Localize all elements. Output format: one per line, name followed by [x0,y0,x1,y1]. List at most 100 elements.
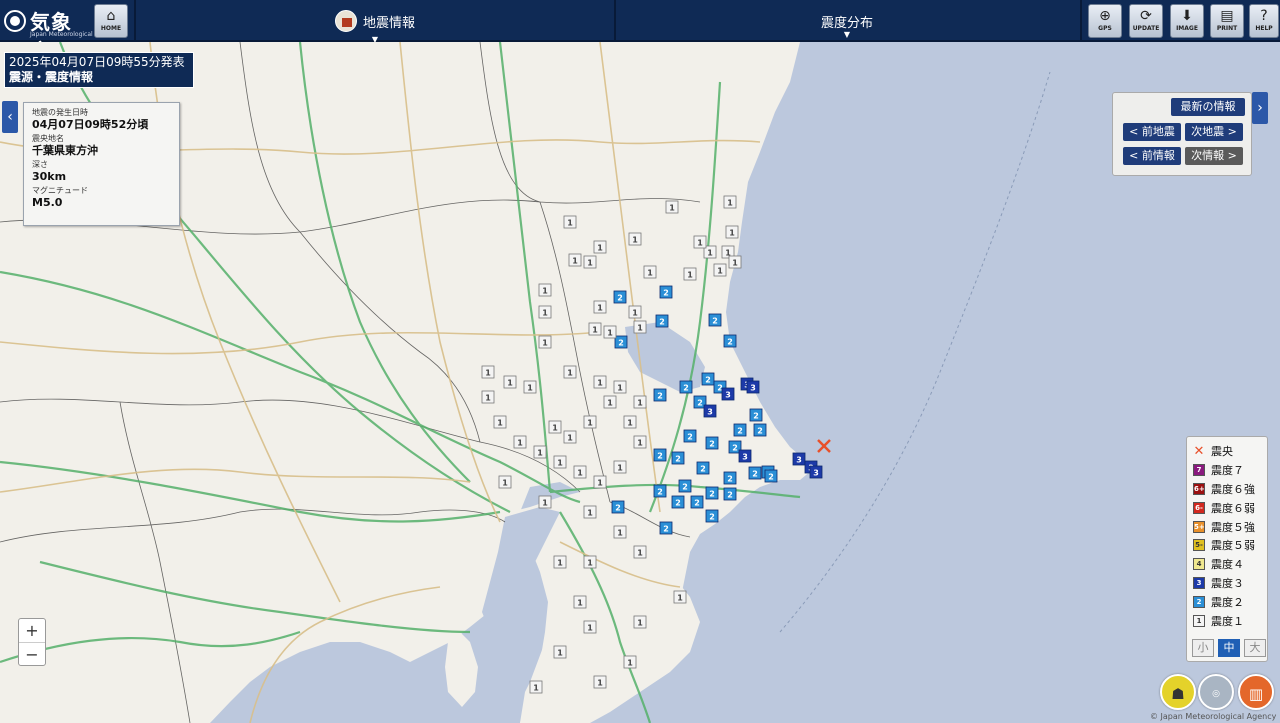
size-small-button[interactable]: 小 [1192,639,1214,657]
panel-toggle-left-button[interactable]: ‹ [2,101,18,133]
menu-earthquake-info[interactable]: 地震情報 ▼ [136,0,614,44]
station-marker[interactable]: 1 [683,267,697,281]
station-marker[interactable]: 1 [633,615,647,629]
station-marker[interactable]: 1 [583,555,597,569]
jma-logo[interactable]: 気象庁 Japan Meteorological Agency [4,4,117,63]
station-marker[interactable]: 1 [603,395,617,409]
size-medium-button[interactable]: 中 [1218,639,1240,657]
station-marker[interactable]: 1 [573,465,587,479]
station-marker[interactable]: 2 [653,484,667,498]
latest-info-button[interactable]: 最新の情報 [1171,98,1245,116]
help-button[interactable]: ? HELP [1249,4,1279,38]
station-marker[interactable]: 1 [593,675,607,689]
zoom-out-button[interactable]: − [19,642,45,665]
image-button[interactable]: ⬇ IMAGE [1170,4,1204,38]
station-marker[interactable]: 1 [498,475,512,489]
station-marker[interactable]: 3 [703,404,717,418]
station-marker[interactable]: 2 [659,521,673,535]
menu-intensity-distribution[interactable]: 震度分布 ▼ [616,0,1078,42]
station-marker[interactable]: 2 [733,423,747,437]
station-marker[interactable]: 2 [653,388,667,402]
station-marker[interactable]: 3 [809,465,823,479]
station-marker[interactable]: 1 [583,505,597,519]
station-marker[interactable]: 2 [653,448,667,462]
station-marker[interactable]: 1 [583,415,597,429]
station-marker[interactable]: 1 [529,680,543,694]
station-marker[interactable]: 2 [614,335,628,349]
station-marker[interactable]: 2 [753,423,767,437]
station-marker[interactable]: 1 [538,335,552,349]
station-marker[interactable]: 1 [693,235,707,249]
station-marker[interactable]: 2 [705,486,719,500]
station-marker[interactable]: 2 [701,372,715,386]
station-marker[interactable]: 1 [523,380,537,394]
station-marker[interactable]: 2 [723,471,737,485]
station-marker[interactable]: 2 [655,314,669,328]
station-marker[interactable]: 1 [613,525,627,539]
station-marker[interactable]: 1 [593,300,607,314]
previous-earthquake-button[interactable]: < 前地震 [1123,123,1181,141]
station-marker[interactable]: 1 [593,375,607,389]
station-marker[interactable]: 1 [553,455,567,469]
print-button[interactable]: ▤ PRINT [1210,4,1244,38]
station-marker[interactable]: 1 [568,253,582,267]
next-info-button[interactable]: 次情報 > [1185,147,1243,165]
station-marker[interactable]: 2 [705,509,719,523]
gps-button[interactable]: ⊕ GPS [1088,4,1122,38]
station-marker[interactable]: 1 [553,555,567,569]
previous-info-button[interactable]: < 前情報 [1123,147,1181,165]
station-marker[interactable]: 1 [623,655,637,669]
station-marker[interactable]: 1 [481,365,495,379]
station-marker[interactable]: 1 [588,322,602,336]
station-marker[interactable]: 3 [792,452,806,466]
station-marker[interactable]: 1 [563,430,577,444]
station-marker[interactable]: 2 [723,487,737,501]
station-marker[interactable]: 2 [613,290,627,304]
guide-button[interactable]: ☗ [1160,674,1196,710]
station-marker[interactable]: 2 [723,334,737,348]
zoom-in-button[interactable]: + [19,619,45,642]
station-marker[interactable]: 1 [538,305,552,319]
station-marker[interactable]: 1 [673,590,687,604]
home-button[interactable]: ⌂ HOME [94,4,128,38]
station-marker[interactable]: 1 [538,283,552,297]
panel-toggle-right-button[interactable]: › [1252,92,1268,124]
station-marker[interactable]: 1 [633,320,647,334]
station-marker[interactable]: 1 [573,595,587,609]
station-marker[interactable]: 1 [493,415,507,429]
station-marker[interactable]: 3 [721,387,735,401]
station-marker[interactable]: 1 [613,460,627,474]
station-marker[interactable]: 1 [603,325,617,339]
station-marker[interactable]: 2 [671,495,685,509]
station-marker[interactable]: 1 [643,265,657,279]
size-large-button[interactable]: 大 [1244,639,1266,657]
station-marker[interactable]: 1 [548,420,562,434]
station-marker[interactable]: 1 [553,645,567,659]
station-marker[interactable]: 3 [738,449,752,463]
station-marker[interactable]: 2 [683,429,697,443]
station-marker[interactable]: 2 [708,313,722,327]
station-marker[interactable]: 1 [665,200,679,214]
station-marker[interactable]: 1 [533,445,547,459]
station-marker[interactable]: 1 [538,495,552,509]
station-marker[interactable]: 1 [563,365,577,379]
station-marker[interactable]: 1 [713,263,727,277]
station-marker[interactable]: 2 [678,479,692,493]
station-marker[interactable]: 1 [633,545,647,559]
station-marker[interactable]: 1 [633,395,647,409]
station-marker[interactable]: 2 [705,436,719,450]
station-marker[interactable]: 1 [513,435,527,449]
station-marker[interactable]: 2 [671,451,685,465]
station-marker[interactable]: 2 [659,285,673,299]
update-button[interactable]: ⟳ UPDATE [1129,4,1163,38]
station-marker[interactable]: 1 [723,195,737,209]
station-marker[interactable]: 1 [628,232,642,246]
station-marker[interactable]: 2 [749,408,763,422]
station-marker[interactable]: 1 [593,475,607,489]
station-marker[interactable]: 2 [611,500,625,514]
more-button[interactable]: ◎ [1198,674,1234,710]
station-marker[interactable]: 2 [748,466,762,480]
station-marker[interactable]: 1 [563,215,577,229]
station-marker[interactable]: 1 [725,225,739,239]
station-marker[interactable]: 1 [593,240,607,254]
